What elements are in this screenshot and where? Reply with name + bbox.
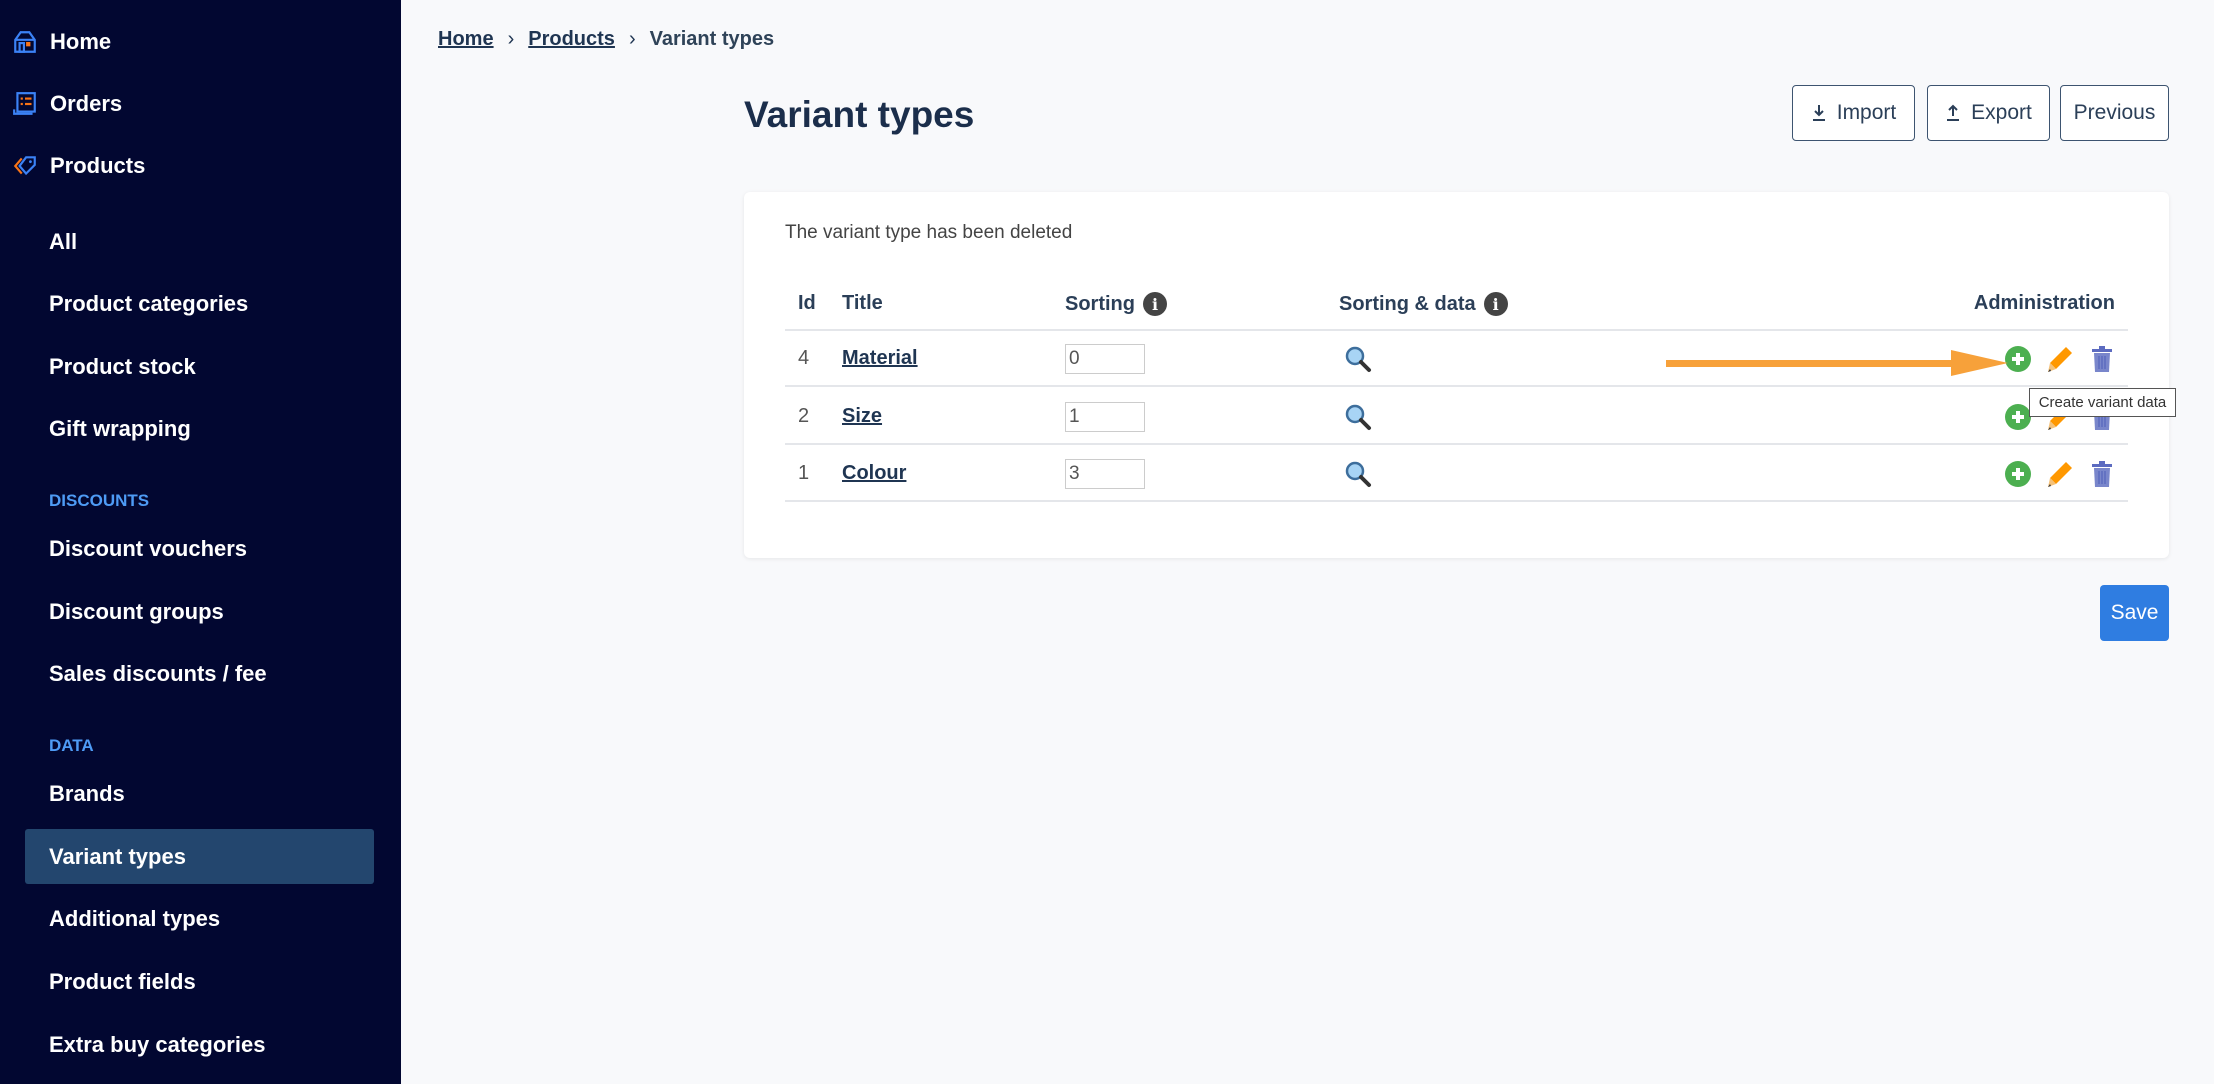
sidebar-heading-discounts: DISCOUNTS — [49, 491, 150, 510]
header-administration: Administration — [1973, 292, 2115, 314]
sidebar-item-orders[interactable]: Orders — [12, 89, 122, 119]
chevron-right-icon: › — [507, 28, 515, 50]
sidebar-item-products[interactable]: Products — [12, 151, 145, 181]
sorting-input[interactable] — [1065, 459, 1145, 489]
cell-title-link[interactable]: Material — [842, 347, 918, 370]
sidebar-item-additional-types[interactable]: Additional types — [49, 904, 220, 934]
sidebar-item-variant-types[interactable]: Variant types — [49, 842, 186, 872]
trash-icon[interactable] — [2090, 345, 2114, 373]
chevron-right-icon: › — [628, 28, 636, 50]
pencil-icon[interactable] — [2046, 345, 2074, 373]
divider — [785, 385, 2128, 387]
breadcrumb-home[interactable]: Home — [438, 28, 494, 51]
breadcrumb-products[interactable]: Products — [528, 28, 615, 51]
sidebar: Home Orders Products All Product categor… — [0, 0, 401, 1084]
pencil-icon[interactable] — [2046, 460, 2074, 488]
info-icon[interactable]: i — [1483, 292, 1508, 316]
sidebar-item-discount-groups[interactable]: Discount groups — [49, 597, 224, 627]
previous-button[interactable]: Previous — [2060, 85, 2169, 141]
cell-id: 2 — [798, 405, 810, 427]
cell-id: 1 — [798, 462, 810, 484]
sorting-input[interactable] — [1065, 344, 1145, 374]
header-title: Title — [842, 292, 883, 314]
sidebar-heading-data: DATA — [49, 736, 94, 755]
trash-icon[interactable] — [2090, 460, 2114, 488]
download-icon — [1812, 105, 1825, 121]
page-title: Variant types — [744, 94, 975, 135]
breadcrumb: Home › Products › Variant types — [438, 28, 774, 51]
annotation-arrow — [1666, 350, 2008, 376]
header-sorting: Sorting i — [1065, 292, 1167, 316]
sidebar-item-sales-discounts[interactable]: Sales discounts / fee — [49, 659, 267, 689]
import-button[interactable]: Import — [1792, 85, 1915, 141]
sidebar-label: Orders — [50, 91, 123, 116]
header-id: Id — [798, 292, 816, 314]
sidebar-item-brands[interactable]: Brands — [49, 779, 125, 809]
header-label: Sorting — [1065, 292, 1135, 315]
add-circle-icon[interactable] — [2004, 460, 2032, 488]
sidebar-label: Products — [50, 153, 146, 178]
sidebar-label: Home — [50, 29, 112, 54]
status-message: The variant type has been deleted — [785, 222, 1073, 243]
sidebar-item-product-fields[interactable]: Product fields — [49, 967, 196, 997]
header-label: Sorting & data — [1339, 292, 1476, 315]
export-button[interactable]: Export — [1927, 85, 2050, 141]
divider — [785, 329, 2128, 331]
add-circle-icon[interactable] — [2004, 403, 2032, 431]
cell-title-link[interactable]: Size — [842, 405, 882, 428]
upload-icon — [1947, 104, 1960, 121]
sidebar-item-gift-wrapping[interactable]: Gift wrapping — [49, 414, 191, 444]
header-sorting-data: Sorting & data i — [1339, 292, 1508, 316]
sidebar-item-product-categories[interactable]: Product categories — [49, 289, 248, 319]
search-icon[interactable] — [1344, 345, 1372, 373]
sidebar-item-product-stock[interactable]: Product stock — [49, 352, 196, 382]
home-icon — [14, 31, 36, 53]
sidebar-item-all[interactable]: All — [49, 227, 77, 257]
sidebar-item-home[interactable]: Home — [12, 27, 111, 57]
search-icon[interactable] — [1344, 460, 1372, 488]
breadcrumb-current: Variant types — [649, 28, 775, 50]
save-button[interactable]: Save — [2100, 585, 2169, 641]
orders-icon — [13, 92, 36, 115]
sidebar-item-discount-vouchers[interactable]: Discount vouchers — [49, 534, 247, 564]
tooltip: Create variant data — [2029, 388, 2176, 417]
divider — [785, 443, 2128, 445]
import-label: Import — [1836, 101, 1897, 124]
search-icon[interactable] — [1344, 403, 1372, 431]
export-label: Export — [1971, 101, 2032, 124]
divider — [785, 500, 2128, 502]
cell-id: 4 — [798, 347, 810, 369]
tag-icon — [13, 156, 36, 176]
sidebar-item-extra-buy-categories[interactable]: Extra buy categories — [49, 1030, 265, 1060]
info-icon[interactable]: i — [1143, 292, 1167, 316]
cell-title-link[interactable]: Colour — [842, 462, 906, 485]
sorting-input[interactable] — [1065, 402, 1145, 432]
